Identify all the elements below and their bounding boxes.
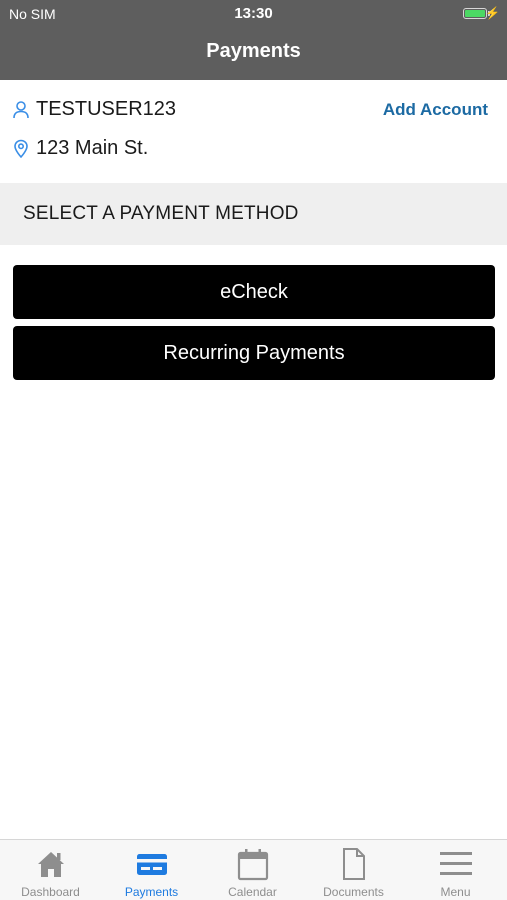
credit-card-icon — [136, 854, 167, 875]
tab-bar: Dashboard Payments Calendar Documents Me… — [0, 839, 507, 900]
header-bar: No SIM 13:30 ⚡ Payments — [0, 0, 507, 80]
tab-label: Payments — [124, 885, 179, 899]
status-bar: No SIM 13:30 ⚡ — [0, 0, 507, 28]
account-info: TESTUSER123 Add Account 123 Main St. — [0, 80, 507, 183]
user-icon — [13, 100, 29, 118]
echeck-button[interactable]: eCheck — [13, 265, 495, 319]
add-account-link[interactable]: Add Account — [383, 100, 488, 120]
page-title: Payments — [206, 40, 301, 62]
charging-bolt-icon: ⚡ — [485, 6, 500, 20]
tab-menu[interactable]: Menu — [404, 840, 507, 900]
status-time: 13:30 — [234, 5, 273, 22]
tab-label: Dashboard — [21, 885, 80, 899]
tab-payments[interactable]: Payments — [101, 840, 202, 900]
tab-calendar[interactable]: Calendar — [202, 840, 303, 900]
document-icon — [342, 848, 365, 880]
section-title: SELECT A PAYMENT METHOD — [23, 203, 299, 224]
tab-label: Menu — [440, 885, 471, 899]
hamburger-menu-icon — [439, 852, 472, 875]
section-header: SELECT A PAYMENT METHOD — [0, 183, 507, 245]
recurring-payments-button[interactable]: Recurring Payments — [13, 326, 495, 380]
username: TESTUSER123 — [36, 98, 177, 120]
tab-documents[interactable]: Documents — [303, 840, 404, 900]
address-row: 123 Main St. — [12, 137, 148, 160]
payments-screen: No SIM 13:30 ⚡ Payments TESTUSER123 Add … — [0, 0, 507, 900]
user-row: TESTUSER123 — [12, 98, 176, 121]
battery-level — [465, 10, 485, 17]
location-pin-icon — [14, 139, 28, 158]
tab-dashboard[interactable]: Dashboard — [0, 840, 101, 900]
battery-icon — [463, 8, 490, 19]
tab-label: Calendar — [228, 885, 277, 899]
address: 123 Main St. — [36, 137, 149, 159]
home-icon — [37, 852, 64, 877]
calendar-icon — [237, 849, 268, 881]
tab-label: Documents — [323, 885, 384, 899]
